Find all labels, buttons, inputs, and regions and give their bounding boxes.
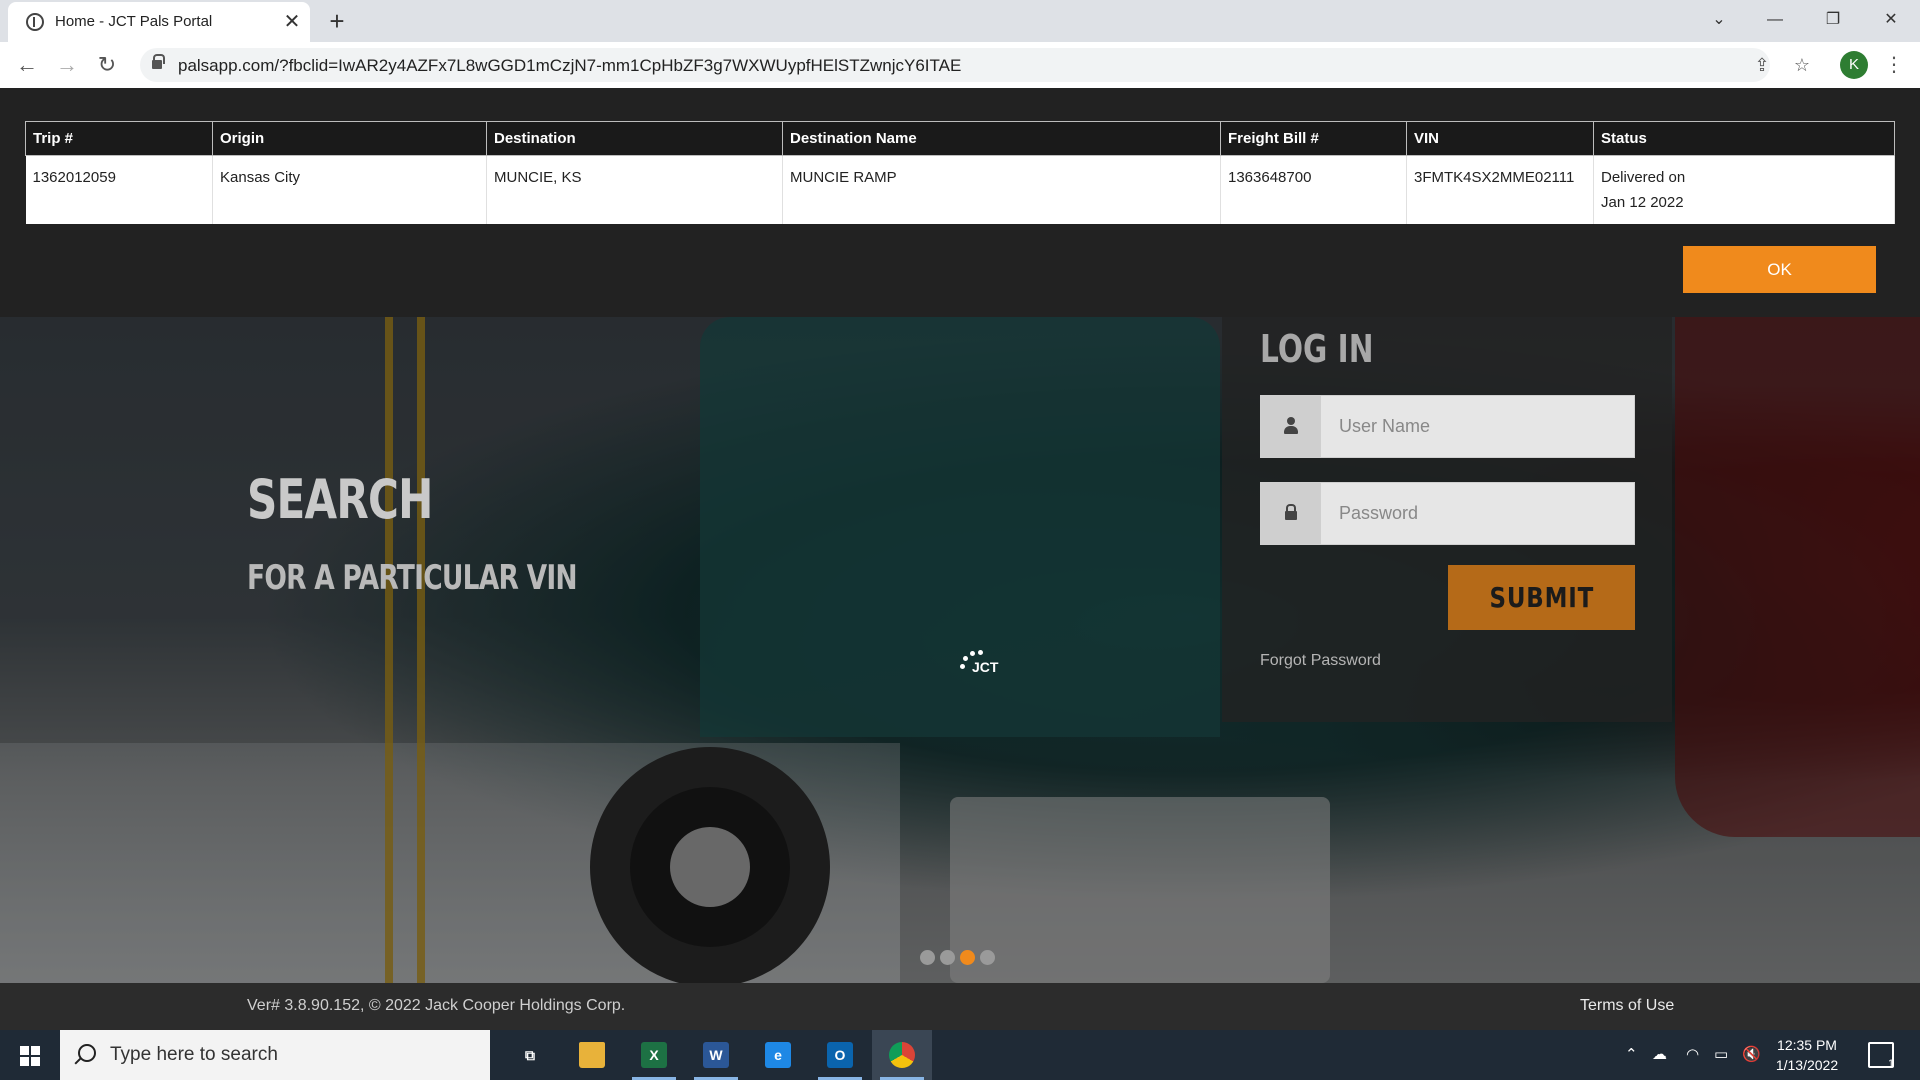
url-text[interactable]: palsapp.com/?fbclid=IwAR2y4AZFx7L8wGGD1m… xyxy=(178,56,961,76)
column-header-origin: Origin xyxy=(212,121,487,156)
carousel-dot[interactable] xyxy=(940,950,955,965)
notification-count: 1 xyxy=(1888,1058,1895,1070)
address-bar[interactable]: palsapp.com/?fbclid=IwAR2y4AZFx7L8wGGD1m… xyxy=(140,48,1770,82)
taskbar-word-button[interactable]: W xyxy=(686,1030,746,1080)
loader-text: JCT xyxy=(972,659,999,675)
start-button[interactable] xyxy=(0,1030,60,1080)
outlook-icon: O xyxy=(827,1042,853,1068)
carousel-dot[interactable] xyxy=(920,950,935,965)
submit-label: SUBMIT xyxy=(1489,581,1594,614)
username-input[interactable] xyxy=(1321,396,1634,457)
column-header-destination: Destination xyxy=(486,121,783,156)
taskbar-internet-explorer-button[interactable]: e xyxy=(748,1030,808,1080)
ok-button[interactable]: OK xyxy=(1683,246,1876,293)
bookmark-star-icon[interactable]: ☆ xyxy=(1790,53,1814,77)
cell-origin: Kansas City xyxy=(212,155,487,224)
column-header-vin: VIN xyxy=(1406,121,1594,156)
tab-title: Home - JCT Pals Portal xyxy=(55,13,213,30)
trip-table: Trip # Origin Destination Destination Na… xyxy=(25,121,1895,224)
new-tab-button[interactable]: + xyxy=(323,7,351,35)
taskbar-excel-button[interactable]: X xyxy=(624,1030,684,1080)
browser-menu-icon[interactable]: ⋮ xyxy=(1882,50,1906,80)
trip-result-dialog: Trip # Origin Destination Destination Na… xyxy=(0,88,1920,317)
column-header-status: Status xyxy=(1593,121,1895,156)
forward-button[interactable]: → xyxy=(52,50,82,80)
column-header-destination-name: Destination Name xyxy=(782,121,1221,156)
browser-toolbar: ← → ↻ palsapp.com/?fbclid=IwAR2y4AZFx7L8… xyxy=(0,42,1920,88)
page-content: SEARCH FOR A PARTICULAR VIN JCT LOG IN S… xyxy=(0,88,1920,1030)
taskbar-file-explorer-button[interactable] xyxy=(562,1030,622,1080)
status-line-2: Jan 12 2022 xyxy=(1601,194,1684,211)
clock-date: 1/13/2022 xyxy=(1775,1057,1839,1073)
system-clock[interactable]: 12:35 PM 1/13/2022 xyxy=(1762,1035,1852,1075)
status-line-1: Delivered on xyxy=(1601,169,1686,186)
taskbar-outlook-button[interactable]: O xyxy=(810,1030,870,1080)
minimize-button[interactable]: — xyxy=(1752,0,1798,40)
cell-vin: 3FMTK4SX2MME02111 xyxy=(1406,155,1594,224)
terms-of-use-link[interactable]: Terms of Use xyxy=(1580,997,1674,1015)
carousel-dot[interactable] xyxy=(980,950,995,965)
carousel-dot[interactable] xyxy=(960,950,975,965)
column-header-freight-bill: Freight Bill # xyxy=(1220,121,1407,156)
search-icon xyxy=(78,1044,96,1062)
reload-button[interactable]: ↻ xyxy=(92,50,122,80)
password-field[interactable] xyxy=(1260,482,1635,545)
page-footer: Ver# 3.8.90.152, © 2022 Jack Cooper Hold… xyxy=(0,983,1920,1030)
excel-icon: X xyxy=(641,1042,667,1068)
back-button[interactable]: ← xyxy=(12,50,42,80)
volume-muted-icon[interactable]: 🔇 xyxy=(1742,1030,1761,1080)
show-hidden-icons-icon[interactable]: ⌃ xyxy=(1625,1030,1638,1080)
internet-explorer-icon: e xyxy=(765,1042,791,1068)
cell-destination-name: MUNCIE RAMP xyxy=(782,155,1221,224)
forgot-password-link[interactable]: Forgot Password xyxy=(1260,652,1381,670)
close-window-button[interactable]: ✕ xyxy=(1868,0,1914,40)
tab-search-dropdown-icon[interactable]: ⌄ xyxy=(1696,0,1742,40)
chrome-icon xyxy=(889,1042,915,1068)
clock-time: 12:35 PM xyxy=(1777,1037,1837,1053)
cell-trip: 1362012059 xyxy=(25,155,213,224)
browser-tabstrip: Home - JCT Pals Portal ✕ + ⌄ — ❐ ✕ xyxy=(0,0,1920,42)
taskbar-search-placeholder[interactable]: Type here to search xyxy=(110,1044,278,1066)
file-explorer-icon xyxy=(579,1042,605,1068)
username-field[interactable] xyxy=(1260,395,1635,458)
username-icon-box xyxy=(1261,396,1321,457)
taskbar-search-box[interactable]: Type here to search xyxy=(60,1030,490,1080)
trip-table-header-row: Trip # Origin Destination Destination Na… xyxy=(25,121,1895,156)
user-icon xyxy=(1284,417,1298,435)
battery-icon[interactable]: ▭ xyxy=(1714,1030,1728,1080)
search-heading: SEARCH xyxy=(247,468,433,531)
lock-icon[interactable] xyxy=(152,54,165,69)
submit-button[interactable]: SUBMIT xyxy=(1448,565,1635,630)
profile-avatar[interactable]: K xyxy=(1840,51,1868,79)
word-icon: W xyxy=(703,1042,729,1068)
windows-taskbar: Type here to search ⧉ X We O ⌃ ☁ ◠ ▭ 🔇 12:3… xyxy=(0,1030,1920,1080)
cell-status: Delivered on Jan 12 2022 xyxy=(1593,155,1895,224)
cell-destination: MUNCIE, KS xyxy=(486,155,783,224)
password-icon-box xyxy=(1261,483,1321,544)
network-icon[interactable]: ◠ xyxy=(1686,1030,1699,1080)
table-row: 1362012059 Kansas City MUNCIE, KS MUNCIE… xyxy=(25,155,1895,224)
browser-tab[interactable]: Home - JCT Pals Portal ✕ xyxy=(8,2,310,42)
cell-freight-bill: 1363648700 xyxy=(1220,155,1407,224)
login-title: LOG IN xyxy=(1260,327,1374,371)
task-view-icon: ⧉ xyxy=(517,1042,543,1068)
site-favicon-icon xyxy=(26,13,44,31)
padlock-icon xyxy=(1285,504,1297,520)
windows-logo-icon xyxy=(20,1046,40,1066)
restore-button[interactable]: ❐ xyxy=(1810,0,1856,40)
share-icon[interactable]: ⇪ xyxy=(1750,53,1774,77)
column-header-trip: Trip # xyxy=(25,121,213,156)
login-panel: LOG IN SUBMIT Forgot Password xyxy=(1222,317,1672,722)
loading-spinner-icon: JCT xyxy=(958,648,998,684)
search-subheading: FOR A PARTICULAR VIN xyxy=(247,558,578,598)
tab-close-icon[interactable]: ✕ xyxy=(280,10,304,34)
password-input[interactable] xyxy=(1321,483,1634,544)
version-copyright: Ver# 3.8.90.152, © 2022 Jack Cooper Hold… xyxy=(247,997,626,1014)
taskbar-task-view-button[interactable]: ⧉ xyxy=(500,1030,560,1080)
onedrive-icon[interactable]: ☁ xyxy=(1652,1030,1667,1080)
taskbar-chrome-button[interactable] xyxy=(872,1030,932,1080)
